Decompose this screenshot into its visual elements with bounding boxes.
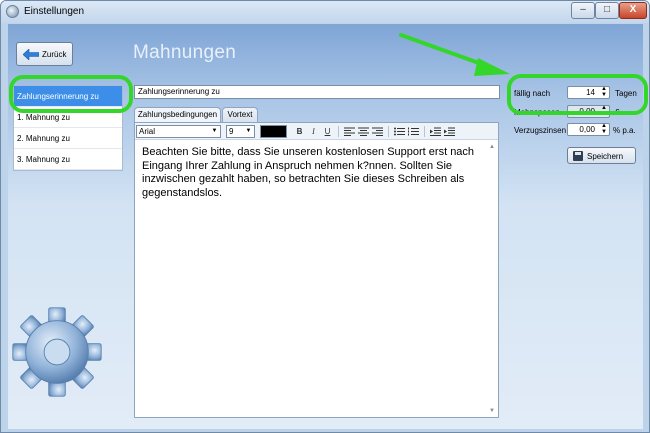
chevron-down-icon: ▼ [245, 128, 252, 134]
font-value: Arial [139, 127, 156, 136]
minimize-button[interactable]: – [571, 2, 595, 19]
save-icon [573, 151, 583, 161]
editor-content[interactable]: Beachten Sie bitte, dass Sie unseren kos… [142, 146, 487, 200]
align-right-icon[interactable] [371, 125, 384, 138]
interest-unit: % p.a. [613, 126, 636, 135]
list-item-mahnung-3[interactable]: 3. Mahnung zu [14, 149, 122, 170]
italic-icon[interactable]: I [307, 125, 320, 138]
window-title: Einstellungen [24, 6, 85, 17]
align-left-icon[interactable] [343, 125, 356, 138]
toolbar-divider [388, 126, 389, 137]
font-size-value: 9 [229, 127, 234, 136]
interest-value: 0,00 [579, 125, 595, 134]
font-size-select[interactable]: 9 ▼ [226, 125, 255, 138]
toolbar-divider [338, 126, 339, 137]
text-color-picker[interactable] [260, 125, 287, 138]
interest-label: Verzugszinsen [514, 126, 567, 135]
tab-zahlungsbedingungen[interactable]: Zahlungsbedingungen [134, 107, 221, 123]
spin-arrows-icon[interactable]: ▲ ▼ [601, 123, 607, 135]
gear-icon [12, 307, 102, 397]
chevron-down-icon: ▼ [211, 128, 218, 134]
back-button-label: Zurück [42, 50, 67, 59]
align-center-icon[interactable] [357, 125, 370, 138]
rich-text-editor[interactable]: Arial ▼ 9 ▼ B I U Beachten Sie bitte, da… [134, 122, 499, 418]
tab-vortext[interactable]: Vortext [222, 107, 258, 123]
back-arrow-icon [23, 49, 39, 60]
indent-decrease-icon[interactable] [429, 125, 442, 138]
client-area: Zurück Mahnungen Zahlungserinnerung zu 1… [8, 24, 648, 429]
numbered-list-icon[interactable] [407, 125, 420, 138]
interest-stepper[interactable]: 0,00 ▲ ▼ [567, 123, 610, 136]
arrow-annotation-icon [399, 33, 510, 76]
formatting-toolbar: Arial ▼ 9 ▼ B I U [135, 123, 498, 140]
close-button[interactable]: X [619, 2, 647, 19]
app-icon [6, 5, 19, 18]
toolbar-divider [424, 126, 425, 137]
font-select[interactable]: Arial ▼ [136, 125, 221, 138]
page-title: Mahnungen [133, 42, 237, 63]
save-button-label: Speichern [587, 152, 624, 161]
title-bar: Einstellungen – □ X [1, 1, 649, 23]
underline-icon[interactable]: U [321, 125, 334, 138]
list-item-mahnung-2[interactable]: 2. Mahnung zu [14, 128, 122, 149]
bold-icon[interactable]: B [293, 125, 306, 138]
scroll-down-icon[interactable]: ▼ [489, 408, 495, 414]
back-button[interactable]: Zurück [16, 42, 73, 66]
reminder-name-input[interactable]: Zahlungserinnerung zu [134, 85, 500, 99]
highlight-ring-list-item [9, 75, 133, 113]
bullet-list-icon[interactable] [393, 125, 406, 138]
scroll-up-icon[interactable]: ▲ [489, 144, 495, 150]
maximize-button[interactable]: □ [595, 2, 619, 19]
save-button[interactable]: Speichern [567, 147, 636, 164]
highlight-ring-due-field [507, 74, 648, 115]
settings-window: Einstellungen – □ X Zurück Mahnungen Zah… [0, 0, 650, 433]
indent-increase-icon[interactable] [443, 125, 456, 138]
